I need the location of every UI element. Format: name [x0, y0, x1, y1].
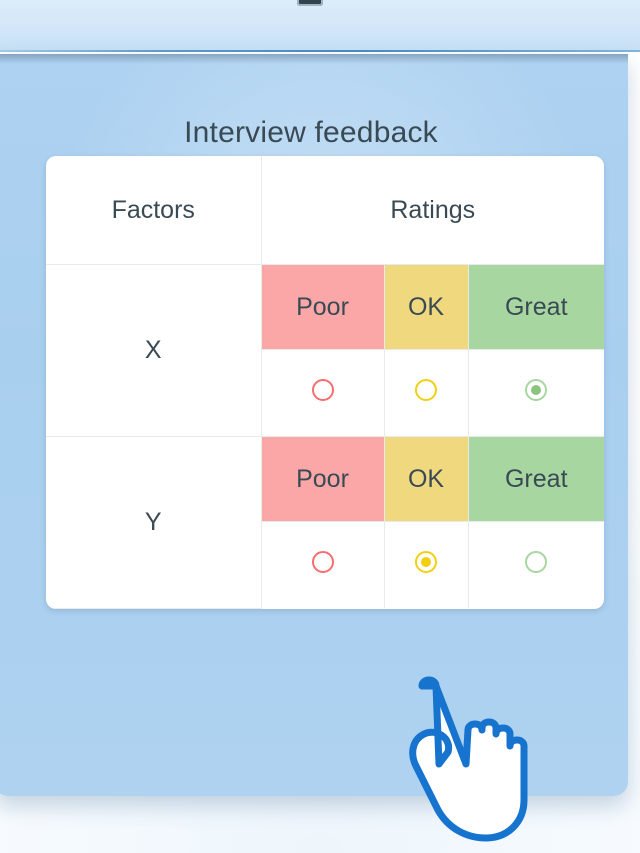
window-top-strip	[0, 0, 640, 52]
rating-label-poor-y: Poor	[260, 436, 385, 522]
radio-poor-y[interactable]	[311, 550, 334, 573]
factor-label-x: X	[46, 264, 262, 437]
table-row: Y Poor OK Great	[46, 436, 604, 609]
feedback-table-card: Factors Ratings X Poor OK Great Y Poor O…	[46, 156, 604, 609]
window-handle-icon[interactable]	[297, 0, 323, 6]
radio-cell-poor-y[interactable]	[260, 521, 385, 608]
radio-cell-ok-x[interactable]	[383, 349, 469, 437]
radio-ok-x[interactable]	[415, 378, 437, 401]
feedback-table: Factors Ratings X Poor OK Great Y Poor O…	[46, 156, 604, 609]
rating-label-great-y: Great	[467, 436, 604, 522]
radio-poor-x[interactable]	[311, 378, 334, 401]
radio-great-y[interactable]	[525, 550, 548, 573]
factor-label-y: Y	[46, 436, 262, 609]
screen: Interview feedback Factors Ratings X Poo…	[0, 0, 640, 853]
table-row: X Poor OK Great	[46, 264, 604, 437]
radio-cell-great-y[interactable]	[467, 521, 604, 608]
rating-label-great-x: Great	[467, 264, 604, 350]
radio-great-x[interactable]	[525, 378, 548, 401]
radio-cell-poor-x[interactable]	[260, 349, 385, 437]
header-ratings: Ratings	[260, 156, 604, 265]
rating-label-ok-x: OK	[383, 264, 469, 350]
table-header-row: Factors Ratings	[46, 156, 604, 265]
radio-cell-ok-y[interactable]	[383, 521, 469, 608]
rating-label-ok-y: OK	[383, 436, 469, 522]
panel-top-shadow	[0, 54, 628, 64]
rating-label-poor-x: Poor	[260, 264, 385, 350]
header-factors: Factors	[46, 156, 262, 265]
radio-cell-great-x[interactable]	[467, 349, 604, 437]
page-title: Interview feedback	[184, 116, 438, 149]
radio-ok-y[interactable]	[415, 550, 437, 573]
